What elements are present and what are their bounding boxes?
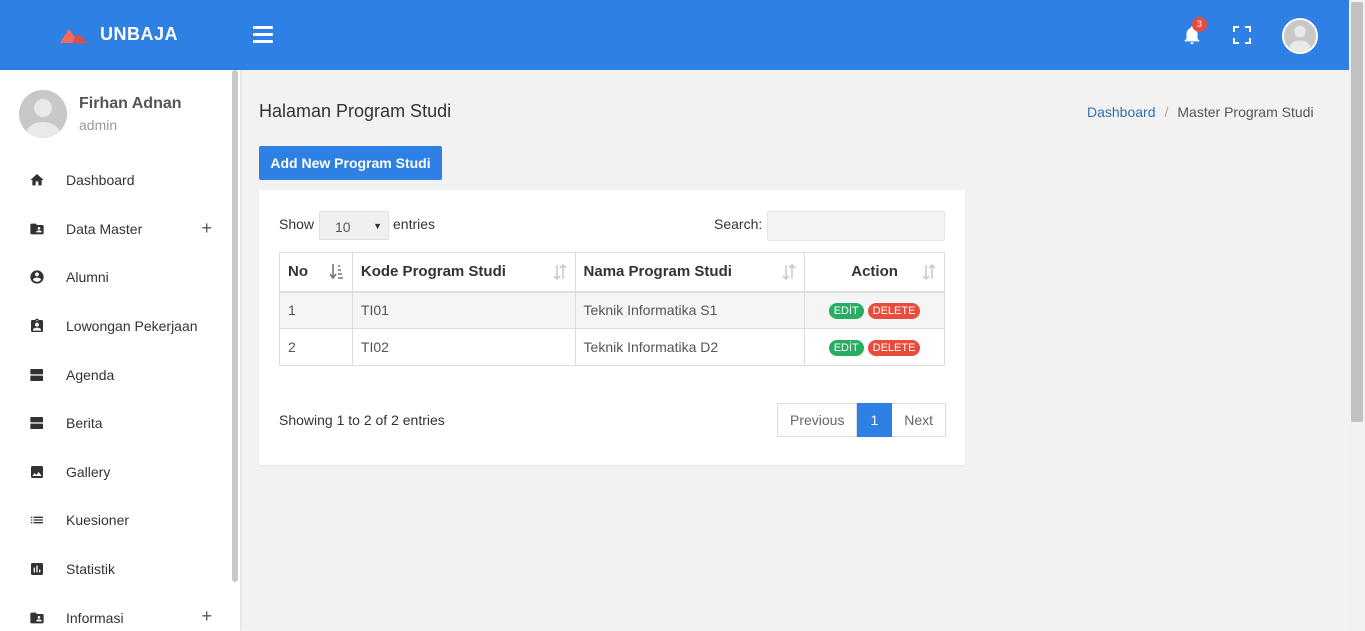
- sidebar-item-label: Agenda: [66, 366, 115, 383]
- entries-label: entries: [393, 216, 436, 232]
- expand-icon[interactable]: +: [201, 606, 212, 627]
- sidebar-item-dashboard[interactable]: Dashboard: [0, 156, 232, 205]
- mountain-logo-icon: [60, 28, 88, 43]
- sort-icon: [922, 263, 936, 281]
- search-label: Search:: [714, 216, 763, 232]
- sidebar-item-alumni[interactable]: Alumni: [0, 253, 232, 302]
- image-icon: [31, 465, 43, 478]
- sidebar-item-label: Lowongan Pekerjaan: [66, 318, 198, 335]
- table-row: 1 TI01 Teknik Informatika S1 EDİT DELETE: [279, 291, 945, 329]
- cell-kode: TI01: [351, 291, 576, 329]
- page-scrollbar-thumb[interactable]: [1351, 2, 1363, 422]
- edit-button[interactable]: EDİT: [828, 340, 864, 356]
- account-circle-icon: [30, 270, 44, 285]
- program-studi-card: Show 10 ▼ entries Search: No Kode Progra…: [259, 190, 965, 465]
- list-icon: [31, 517, 43, 524]
- sidebar-item-label: Alumni: [66, 269, 109, 286]
- cell-no: 2: [279, 328, 353, 366]
- entries-select[interactable]: 10 ▼: [319, 211, 389, 240]
- avatar-silhouette-icon: [1284, 20, 1316, 52]
- sidebar: Firhan Adnan admin Dashboard Data Master…: [0, 70, 240, 631]
- home-icon: [30, 174, 44, 186]
- user-profile: Firhan Adnan admin: [19, 90, 182, 138]
- brand[interactable]: UNBAJA: [60, 24, 178, 45]
- cell-kode: TI02: [351, 328, 576, 366]
- edit-button[interactable]: EDİT: [828, 303, 864, 320]
- page-title: Halaman Program Studi: [259, 101, 452, 121]
- brand-name: UNBAJA: [100, 24, 179, 44]
- sort-ascending-icon: [329, 264, 343, 280]
- fullscreen-icon[interactable]: [1233, 26, 1251, 44]
- sidebar-item-statistik[interactable]: Statistik: [0, 545, 232, 594]
- sidebar-item-agenda[interactable]: Agenda: [0, 350, 232, 399]
- profile-avatar: [19, 90, 67, 138]
- delete-button[interactable]: DELETE: [867, 340, 921, 356]
- pagination-page-1[interactable]: 1: [857, 403, 893, 437]
- program-studi-table: No Kode Program Studi Nama Program Studi: [279, 252, 945, 366]
- sort-icon: [782, 263, 796, 281]
- pagination-next[interactable]: Next: [892, 403, 947, 437]
- pagination-previous[interactable]: Previous: [777, 403, 858, 437]
- pagination: Previous 1 Next: [777, 403, 947, 437]
- sidebar-menu: Dashboard Data Master + Alumni Lowongan …: [0, 156, 232, 631]
- cell-nama: Teknik Informatika D2: [574, 328, 806, 366]
- cell-nama: Teknik Informatika S1: [574, 291, 806, 329]
- column-header-no[interactable]: No: [279, 252, 353, 293]
- cell-no: 1: [279, 291, 353, 329]
- sidebar-item-label: Berita: [66, 415, 103, 432]
- sidebar-item-label: Dashboard: [66, 172, 135, 189]
- sidebar-scrollbar[interactable]: [232, 70, 238, 582]
- clipboard-account-icon: [31, 318, 43, 333]
- sidebar-item-label: Data Master: [66, 220, 143, 237]
- sidebar-item-informasi[interactable]: Informasi +: [0, 593, 232, 631]
- menu-toggle-icon[interactable]: [253, 26, 273, 43]
- folder-account-icon: [30, 223, 44, 235]
- sidebar-item-kuesioner[interactable]: Kuesioner: [0, 496, 232, 545]
- breadcrumb-current: Master Program Studi: [1177, 104, 1314, 120]
- show-label: Show: [279, 216, 315, 232]
- top-navbar: UNBAJA 3: [0, 0, 1349, 70]
- page-scrollbar[interactable]: [1349, 0, 1365, 631]
- column-header-action[interactable]: Action: [804, 252, 945, 293]
- table-row: 2 TI02 Teknik Informatika D2 EDİT DELETE: [279, 328, 945, 366]
- sidebar-item-label: Kuesioner: [66, 512, 130, 529]
- entries-select-value: 10: [335, 219, 351, 235]
- breadcrumb: Dashboard / Master Program Studi: [1087, 104, 1314, 120]
- expand-icon[interactable]: +: [201, 218, 212, 239]
- profile-role: admin: [79, 117, 118, 133]
- column-header-kode[interactable]: Kode Program Studi: [351, 252, 576, 293]
- cell-actions: EDİT DELETE: [804, 291, 945, 329]
- caret-down-icon: ▼: [373, 221, 382, 231]
- view-agenda-icon: [30, 368, 43, 381]
- column-header-nama[interactable]: Nama Program Studi: [574, 252, 806, 293]
- sidebar-item-berita[interactable]: Berita: [0, 399, 232, 448]
- sidebar-item-gallery[interactable]: Gallery: [0, 448, 232, 497]
- sidebar-item-label: Informasi: [66, 609, 124, 626]
- breadcrumb-dashboard-link[interactable]: Dashboard: [1087, 104, 1156, 120]
- add-program-studi-button[interactable]: Add New Program Studi: [259, 146, 442, 180]
- sidebar-item-label: Statistik: [66, 561, 116, 578]
- folder-account-icon: [30, 612, 44, 623]
- delete-button[interactable]: DELETE: [867, 303, 921, 320]
- notification-badge: 3: [1192, 17, 1207, 32]
- table-info: Showing 1 to 2 of 2 entries: [279, 412, 445, 428]
- sidebar-item-label: Gallery: [66, 463, 111, 480]
- view-agenda-icon: [30, 417, 43, 430]
- avatar-silhouette-icon: [19, 90, 67, 138]
- cell-actions: EDİT DELETE: [804, 328, 945, 366]
- sidebar-item-lowongan-pekerjaan[interactable]: Lowongan Pekerjaan: [0, 302, 232, 351]
- sort-icon: [552, 263, 567, 281]
- user-avatar[interactable]: [1282, 18, 1318, 54]
- search-input[interactable]: [767, 211, 945, 241]
- sidebar-item-data-master[interactable]: Data Master +: [0, 205, 232, 254]
- breadcrumb-separator: /: [1164, 104, 1169, 120]
- profile-name: Firhan Adnan: [79, 95, 182, 112]
- table-header-row: No Kode Program Studi Nama Program Studi: [279, 252, 945, 293]
- bar-chart-icon: [31, 563, 43, 576]
